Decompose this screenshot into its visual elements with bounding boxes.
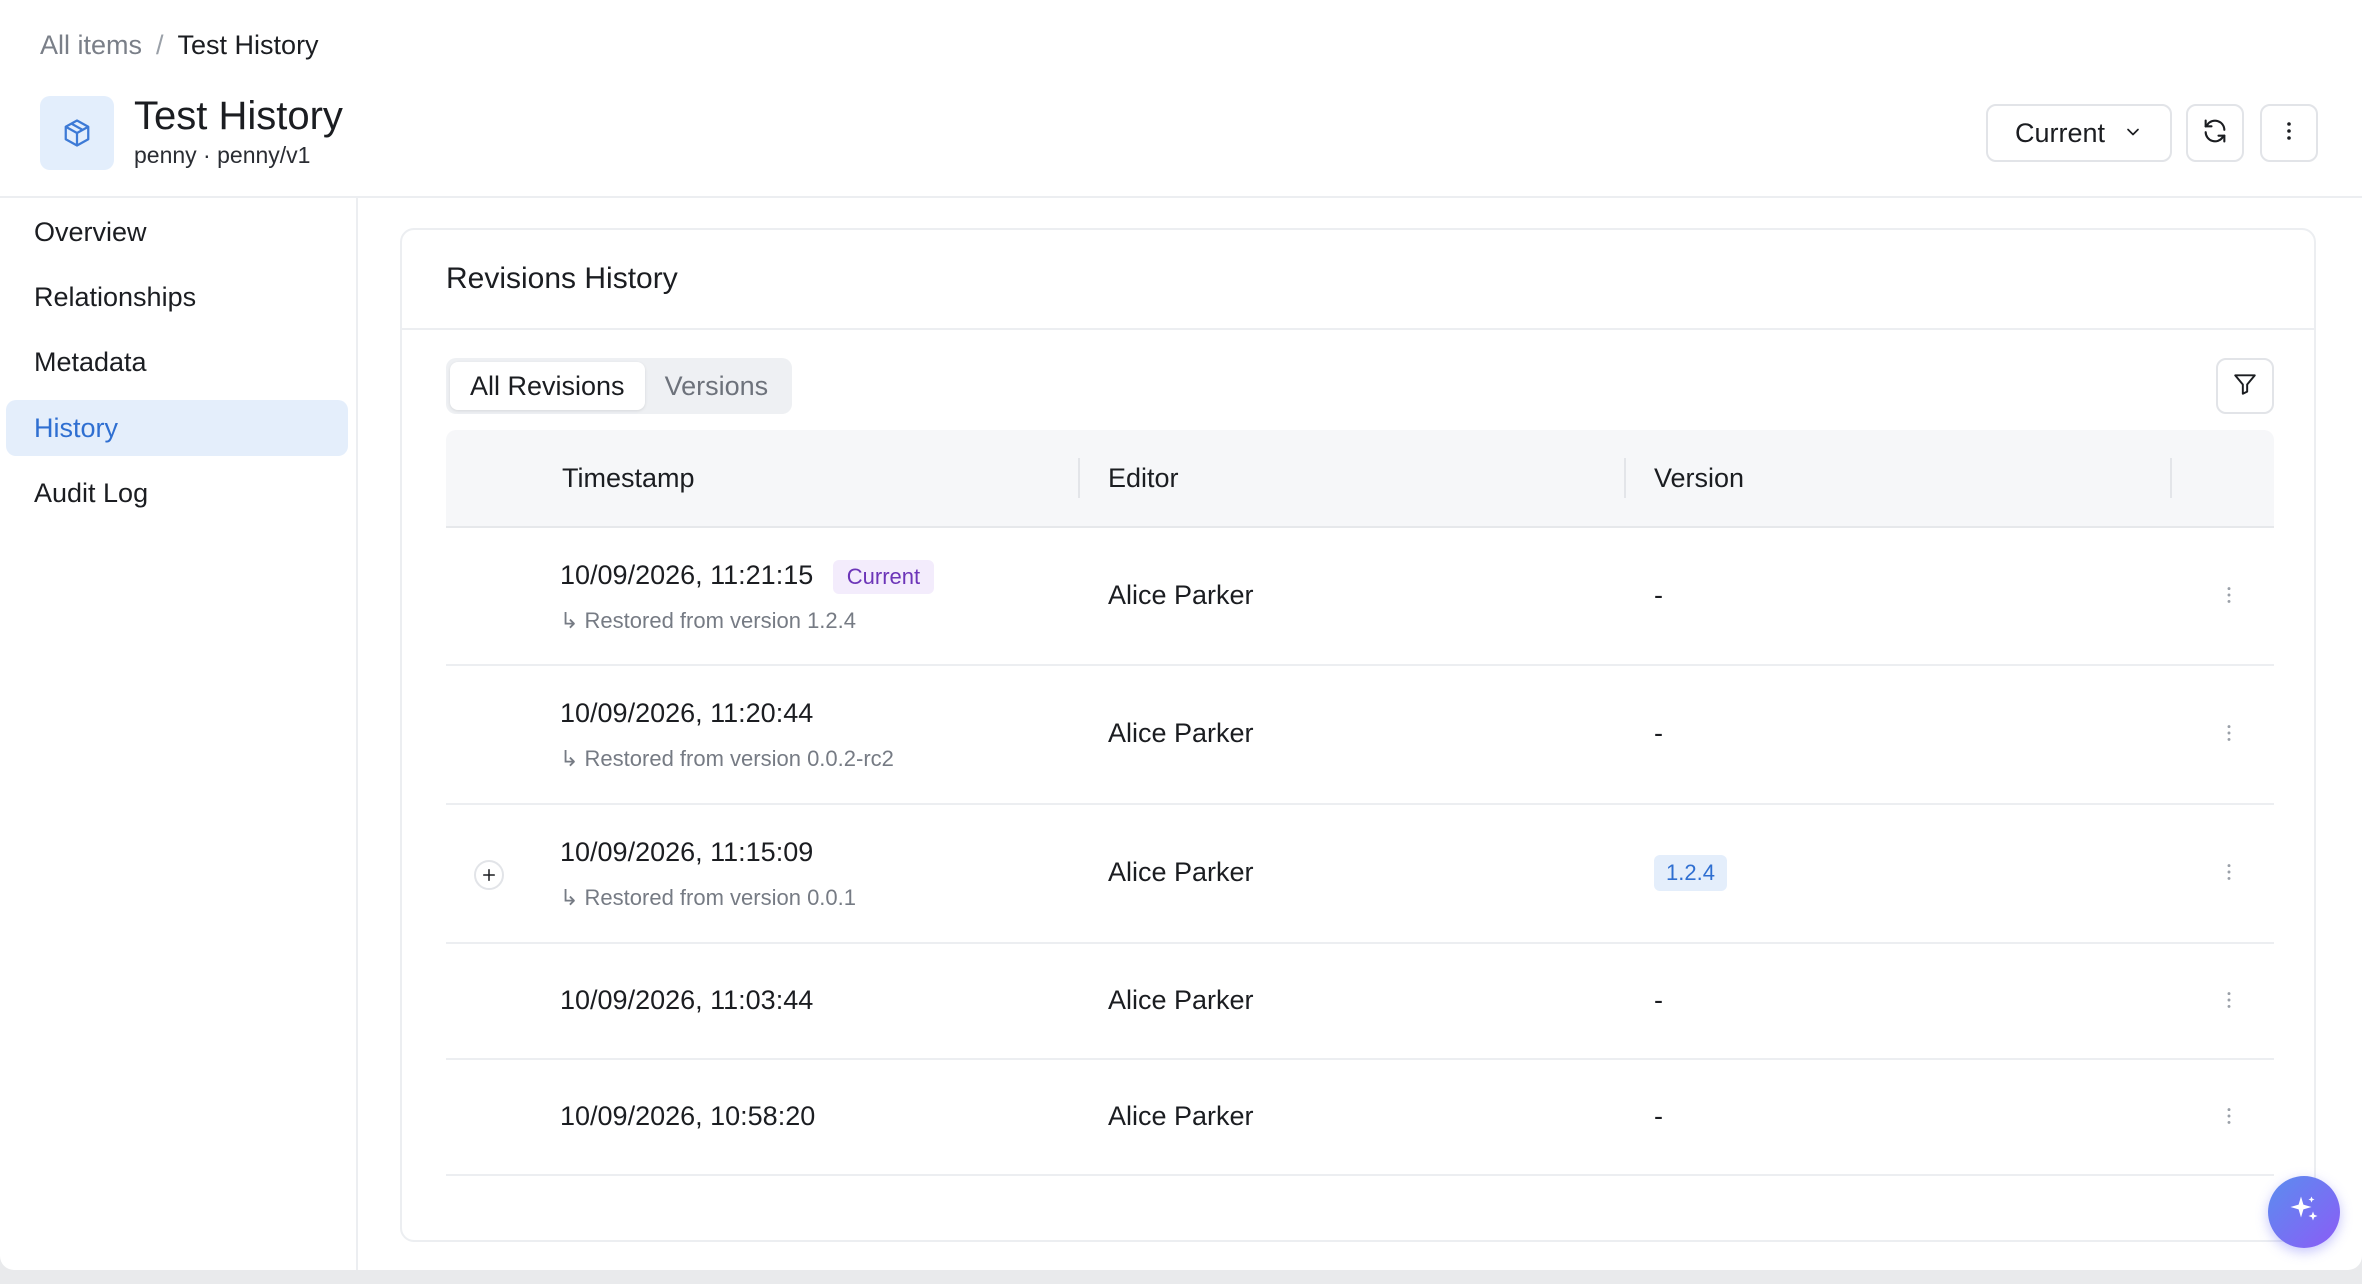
page-subtitle: penny · penny/v1 bbox=[134, 142, 311, 168]
card-title: Revisions History bbox=[446, 262, 678, 295]
sidebar: Overview Relationships Metadata History … bbox=[0, 198, 358, 1270]
page-title: Test History bbox=[134, 94, 343, 138]
editor-cell: Alice Parker bbox=[1108, 718, 1254, 748]
timestamp-text: 10/09/2026, 11:21:15 bbox=[560, 560, 814, 591]
sidebar-item-audit-log[interactable]: Audit Log bbox=[6, 465, 348, 521]
filter-button[interactable] bbox=[2216, 358, 2274, 414]
column-header-version[interactable]: Version bbox=[1654, 430, 1744, 526]
version-badge[interactable]: 1.2.4 bbox=[1654, 855, 1727, 891]
timestamp-text: 10/09/2026, 11:03:44 bbox=[560, 985, 814, 1015]
breadcrumb-all-items[interactable]: All items bbox=[40, 30, 142, 61]
timestamp-text: 10/09/2026, 10:58:20 bbox=[560, 1101, 816, 1131]
row-more-icon[interactable] bbox=[2214, 582, 2244, 608]
table-row[interactable]: 10/09/2026, 11:03:44 Alice Parker - bbox=[446, 944, 2274, 1060]
version-cell: - bbox=[1654, 1101, 1663, 1131]
ai-assistant-button[interactable] bbox=[2268, 1176, 2340, 1248]
vertical-dots-icon bbox=[2277, 119, 2301, 148]
sidebar-item-metadata[interactable]: Metadata bbox=[6, 334, 348, 390]
chevron-down-icon bbox=[2123, 118, 2143, 149]
editor-cell: Alice Parker bbox=[1108, 1101, 1254, 1131]
version-cell: - bbox=[1654, 985, 1663, 1015]
expand-row-button[interactable] bbox=[474, 860, 504, 890]
row-more-icon[interactable] bbox=[2214, 1103, 2244, 1129]
restored-note: ↳ Restored from version 0.0.1 bbox=[560, 885, 857, 910]
sidebar-item-overview[interactable]: Overview bbox=[6, 204, 348, 260]
row-more-icon[interactable] bbox=[2214, 987, 2244, 1013]
revisions-card: Revisions History All Revisions Versions… bbox=[400, 228, 2316, 1242]
sidebar-item-relationships[interactable]: Relationships bbox=[6, 269, 348, 325]
timestamp-cell: 10/09/2026, 11:21:15 Current bbox=[560, 560, 935, 594]
more-options-button[interactable] bbox=[2260, 104, 2318, 162]
editor-cell: Alice Parker bbox=[1108, 580, 1254, 610]
tab-all-revisions[interactable]: All Revisions bbox=[450, 362, 645, 410]
table-row[interactable]: 10/09/2026, 11:15:09 ↳ Restored from ver… bbox=[446, 805, 2274, 944]
table-row[interactable]: 10/09/2026, 11:21:15 Current ↳ Restored … bbox=[446, 528, 2274, 666]
timestamp-text: 10/09/2026, 11:20:44 bbox=[560, 698, 814, 728]
revisions-table: Timestamp Editor Version 10/09/2026, 11:… bbox=[446, 430, 2274, 1176]
restored-note: ↳ Restored from version 0.0.2-rc2 bbox=[560, 746, 894, 771]
version-select-button[interactable]: Current bbox=[1986, 104, 2172, 162]
current-badge: Current bbox=[832, 560, 935, 594]
table-row[interactable]: 10/09/2026, 11:20:44 ↳ Restored from ver… bbox=[446, 666, 2274, 805]
tab-versions[interactable]: Versions bbox=[645, 362, 789, 410]
table-header: Timestamp Editor Version bbox=[446, 430, 2274, 528]
refresh-button[interactable] bbox=[2186, 104, 2244, 162]
sparkles-icon bbox=[2286, 1192, 2322, 1233]
row-more-icon[interactable] bbox=[2214, 859, 2244, 885]
version-cell: 1.2.4 bbox=[1654, 855, 1727, 891]
breadcrumb-current: Test History bbox=[177, 30, 319, 60]
refresh-icon bbox=[2201, 117, 2229, 150]
restored-note: ↳ Restored from version 1.2.4 bbox=[560, 608, 857, 633]
column-separator bbox=[2170, 458, 2172, 498]
card-divider bbox=[402, 328, 2314, 330]
breadcrumb-separator: / bbox=[156, 30, 164, 60]
app-window: All items / Test History Test History pe… bbox=[0, 0, 2362, 1270]
column-header-editor[interactable]: Editor bbox=[1108, 430, 1179, 526]
column-header-timestamp[interactable]: Timestamp bbox=[562, 430, 695, 526]
version-cell: - bbox=[1654, 718, 1663, 748]
editor-cell: Alice Parker bbox=[1108, 985, 1254, 1015]
editor-cell: Alice Parker bbox=[1108, 857, 1254, 887]
breadcrumb: All items / Test History bbox=[40, 30, 319, 61]
version-cell: - bbox=[1654, 580, 1663, 610]
sidebar-item-history[interactable]: History bbox=[6, 400, 348, 456]
page-header: All items / Test History Test History pe… bbox=[0, 0, 2362, 198]
version-select-label: Current bbox=[2014, 117, 2106, 148]
row-more-icon[interactable] bbox=[2214, 720, 2244, 746]
column-separator bbox=[1078, 458, 1080, 498]
timestamp-text: 10/09/2026, 11:15:09 bbox=[560, 837, 814, 867]
revisions-tabs: All Revisions Versions bbox=[446, 358, 793, 414]
filter-icon bbox=[2232, 371, 2258, 402]
table-row[interactable]: 10/09/2026, 10:58:20 Alice Parker - bbox=[446, 1060, 2274, 1176]
column-separator bbox=[1624, 458, 1626, 498]
cube-icon bbox=[40, 96, 114, 170]
